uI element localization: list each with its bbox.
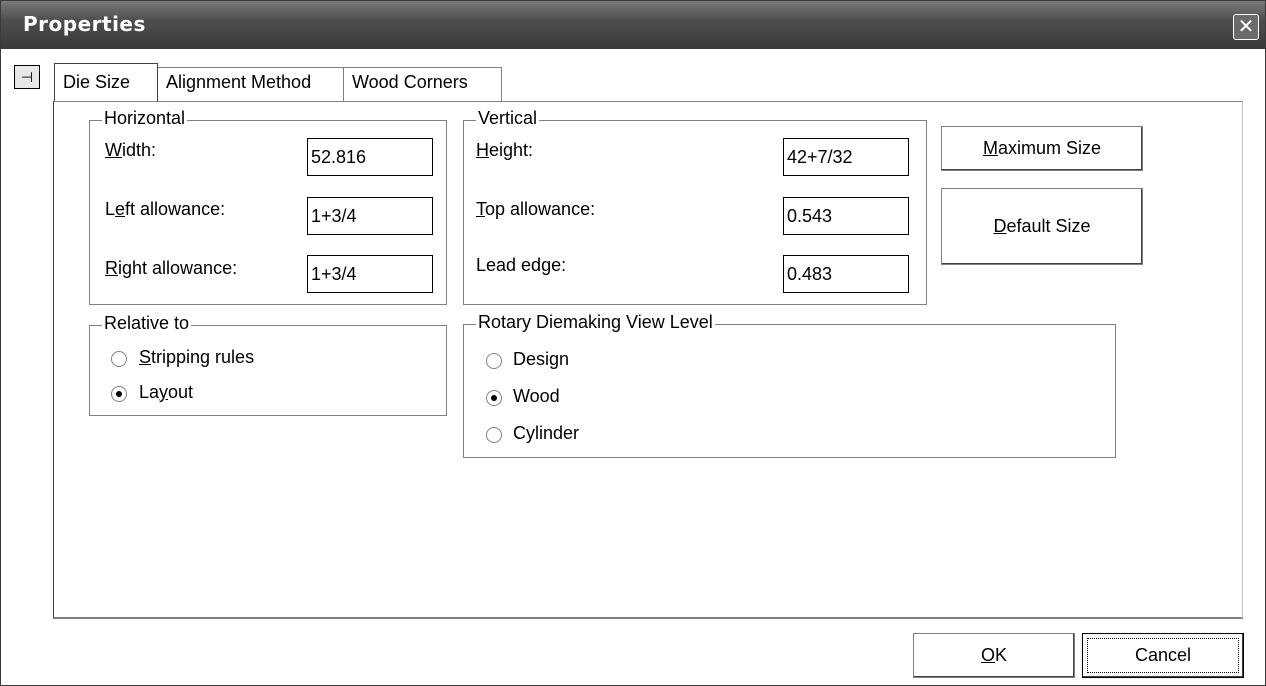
horizontal-group: Horizontal Width: Left allowance: Right …: [89, 108, 447, 305]
cancel-button[interactable]: Cancel: [1082, 633, 1244, 678]
tab-panel-die-size: Horizontal Width: Left allowance: Right …: [53, 101, 1243, 619]
vertical-legend: Vertical: [476, 108, 540, 129]
design-label[interactable]: Design: [513, 349, 569, 370]
left-allowance-input[interactable]: [307, 197, 433, 235]
relative-to-legend: Relative to: [102, 313, 192, 334]
close-icon: ✕: [1237, 16, 1255, 38]
width-label: Width:: [105, 140, 157, 160]
focus-rectangle: [1087, 638, 1239, 673]
title-bar[interactable]: Properties ✕: [1, 1, 1265, 49]
top-allowance-input[interactable]: [783, 197, 909, 235]
left-allowance-label: Left allowance:: [105, 199, 226, 219]
tab-alignment-method[interactable]: Alignment Method: [157, 67, 344, 101]
properties-dialog: Properties ✕ ⊣ Die Size Alignment Method…: [0, 0, 1266, 686]
dialog-title: Properties: [23, 12, 146, 36]
width-input[interactable]: [307, 138, 433, 176]
tab-wood-corners[interactable]: Wood Corners: [343, 67, 502, 101]
wood-label[interactable]: Wood: [513, 386, 560, 407]
stripping-rules-label[interactable]: Stripping rules: [139, 347, 254, 368]
default-size-button[interactable]: Default Size: [941, 188, 1143, 265]
right-allowance-input[interactable]: [307, 255, 433, 293]
maximum-size-button[interactable]: Maximum Size: [941, 126, 1143, 171]
rotary-view-level-group: Rotary Diemaking View Level Design Wood …: [463, 312, 1116, 458]
relative-to-group: Relative to Stripping rules Layout: [89, 313, 447, 416]
height-input[interactable]: [783, 138, 909, 176]
layout-radio[interactable]: [111, 386, 127, 402]
ok-button[interactable]: OK: [913, 633, 1075, 678]
layout-label[interactable]: Layout: [139, 382, 193, 403]
rotary-view-level-legend: Rotary Diemaking View Level: [476, 312, 715, 333]
cylinder-label[interactable]: Cylinder: [513, 423, 579, 444]
top-allowance-label: Top allowance:: [476, 199, 596, 219]
tab-die-size[interactable]: Die Size: [54, 63, 158, 101]
design-radio[interactable]: [486, 353, 502, 369]
wood-radio[interactable]: [486, 390, 502, 406]
pin-icon: ⊣: [20, 69, 34, 85]
vertical-group: Vertical Height: Top allowance: Lead edg…: [463, 108, 927, 305]
pin-button[interactable]: ⊣: [14, 65, 40, 89]
horizontal-legend: Horizontal: [102, 108, 188, 129]
lead-edge-input[interactable]: [783, 255, 909, 293]
height-label: Height:: [476, 140, 534, 160]
right-allowance-label: Right allowance:: [105, 258, 238, 278]
close-button[interactable]: ✕: [1233, 14, 1259, 40]
lead-edge-label: Lead edge:: [476, 255, 567, 275]
cylinder-radio[interactable]: [486, 427, 502, 443]
stripping-rules-radio[interactable]: [111, 351, 127, 367]
